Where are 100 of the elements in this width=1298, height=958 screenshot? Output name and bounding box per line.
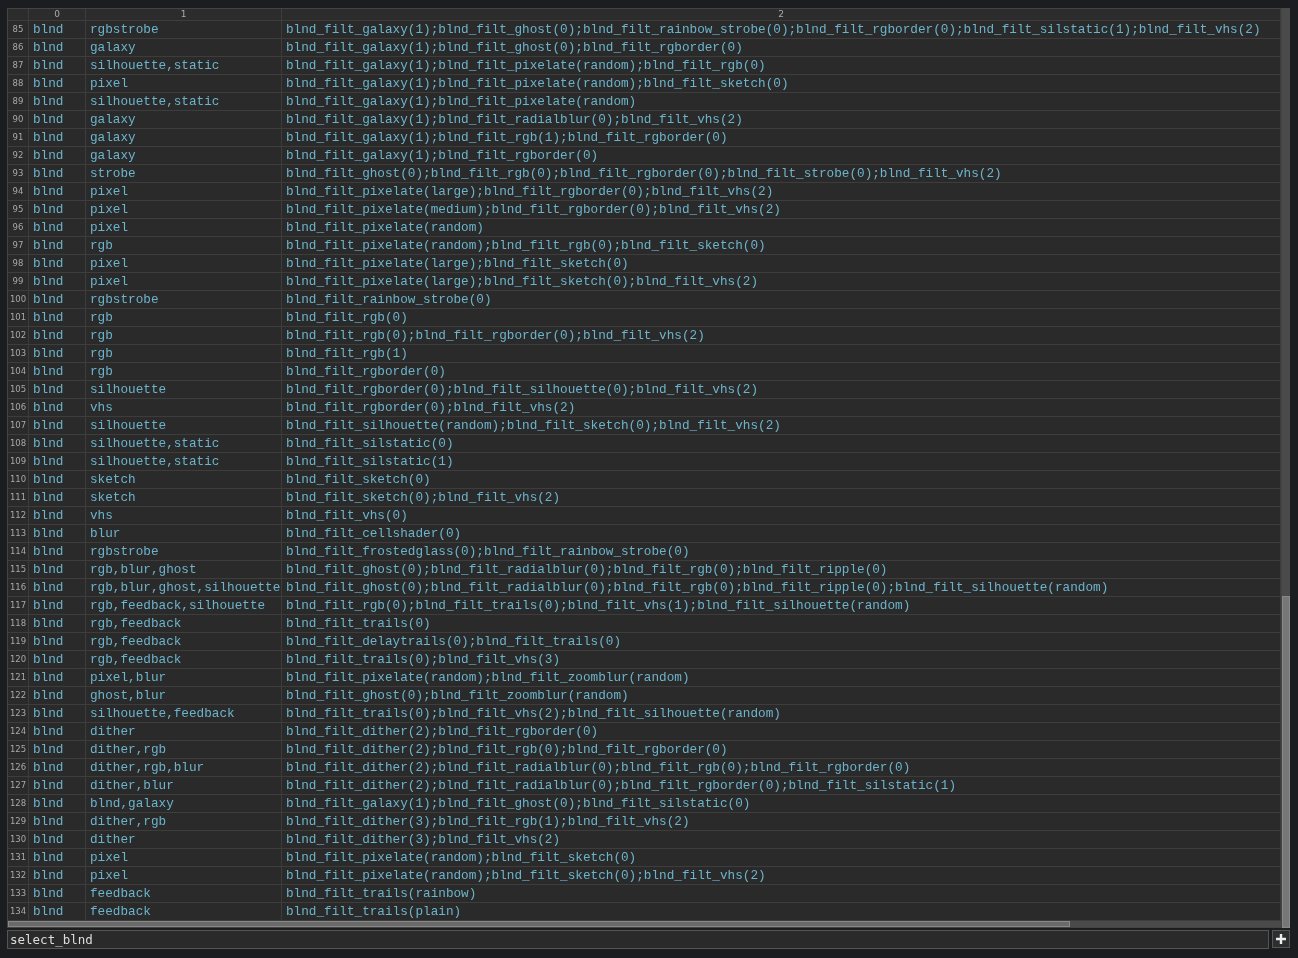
row-number: 101	[8, 309, 29, 327]
table-cell: pixel	[86, 219, 282, 237]
table-cell: blnd_filt_delaytrails(0);blnd_filt_trails(0)	[282, 633, 1281, 651]
row-number: 110	[8, 471, 29, 489]
row-number: 90	[8, 111, 29, 129]
table-cell: blur	[86, 525, 282, 543]
row-number: 124	[8, 723, 29, 741]
table-cell: blnd_filt_galaxy(1);blnd_filt_pixelate(random)	[282, 93, 1281, 111]
table-cell: pixel	[86, 273, 282, 291]
row-number: 123	[8, 705, 29, 723]
table-cell: blnd_filt_dither(3);blnd_filt_vhs(2)	[282, 831, 1281, 849]
table-cell: rgbstrobe	[86, 291, 282, 309]
table-cell: rgb,feedback	[86, 615, 282, 633]
plus-button[interactable]	[1272, 930, 1290, 948]
table-cell: blnd	[29, 399, 86, 417]
table-cell: blnd	[29, 813, 86, 831]
table-cell: blnd	[29, 219, 86, 237]
row-number: 98	[8, 255, 29, 273]
table-cell: blnd	[29, 57, 86, 75]
row-number: 93	[8, 165, 29, 183]
table-cell: blnd_filt_rgborder(0)	[282, 363, 1281, 381]
row-number: 96	[8, 219, 29, 237]
table-cell: silhouette,static	[86, 93, 282, 111]
table-cell: galaxy	[86, 129, 282, 147]
table-cell: dither	[86, 831, 282, 849]
table-cell: blnd_filt_pixelate(medium);blnd_filt_rgborder(0);blnd_filt_vhs(2)	[282, 201, 1281, 219]
table-cell: blnd_filt_ghost(0);blnd_filt_rgb(0);blnd_filt_rgborder(0);blnd_filt_strobe(0);blnd_filt_vhs(2)	[282, 165, 1281, 183]
table-cell: blnd_filt_ghost(0);blnd_filt_radialblur(0);blnd_filt_rgb(0);blnd_filt_ripple(0);blnd_filt_silhouette(random)	[282, 579, 1281, 597]
table-cell: dither	[86, 723, 282, 741]
table-cell: blnd_filt_galaxy(1);blnd_filt_pixelate(random);blnd_filt_sketch(0)	[282, 75, 1281, 93]
table-cell: blnd	[29, 255, 86, 273]
row-number: 132	[8, 867, 29, 885]
row-number: 116	[8, 579, 29, 597]
table-cell: blnd	[29, 201, 86, 219]
table-cell: blnd_filt_galaxy(1);blnd_filt_ghost(0);blnd_filt_silstatic(0)	[282, 795, 1281, 813]
row-number: 87	[8, 57, 29, 75]
row-number: 119	[8, 633, 29, 651]
table-cell: blnd_filt_pixelate(large);blnd_filt_sketch(0)	[282, 255, 1281, 273]
column-header[interactable]: 2	[282, 9, 1281, 21]
table-cell: silhouette,static	[86, 453, 282, 471]
row-number: 107	[8, 417, 29, 435]
row-number: 86	[8, 39, 29, 57]
table-cell: blnd_filt_pixelate(large);blnd_filt_sketch(0);blnd_filt_vhs(2)	[282, 273, 1281, 291]
row-number: 89	[8, 93, 29, 111]
row-number: 113	[8, 525, 29, 543]
table-cell: blnd	[29, 489, 86, 507]
table-cell: blnd_filt_cellshader(0)	[282, 525, 1281, 543]
table-cell: blnd_filt_rgborder(0);blnd_filt_silhouette(0);blnd_filt_vhs(2)	[282, 381, 1281, 399]
column-header[interactable]: 0	[29, 9, 86, 21]
table-cell: pixel,blur	[86, 669, 282, 687]
table-cell: blnd	[29, 327, 86, 345]
table-cell: blnd	[29, 777, 86, 795]
table-cell: blnd_filt_silhouette(random);blnd_filt_sketch(0);blnd_filt_vhs(2)	[282, 417, 1281, 435]
table-cell: blnd_filt_dither(3);blnd_filt_rgb(1);blnd_filt_vhs(2)	[282, 813, 1281, 831]
row-number: 121	[8, 669, 29, 687]
table-cell: blnd	[29, 867, 86, 885]
input-field[interactable]: select_blnd	[7, 930, 1269, 949]
table-cell: blnd	[29, 831, 86, 849]
table-cell: blnd	[29, 759, 86, 777]
table-cell: rgb	[86, 309, 282, 327]
row-number: 112	[8, 507, 29, 525]
row-number: 102	[8, 327, 29, 345]
row-number: 114	[8, 543, 29, 561]
table-cell: blnd	[29, 453, 86, 471]
table-cell: silhouette	[86, 381, 282, 399]
table-cell: silhouette	[86, 417, 282, 435]
table-cell: blnd	[29, 345, 86, 363]
table-cell: blnd	[29, 597, 86, 615]
table-cell: rgb	[86, 237, 282, 255]
row-number: 128	[8, 795, 29, 813]
row-number: 88	[8, 75, 29, 93]
table-cell: blnd	[29, 561, 86, 579]
table-cell: blnd_filt_rainbow_strobe(0)	[282, 291, 1281, 309]
row-number: 129	[8, 813, 29, 831]
table-cell: rgb,blur,ghost,silhouette	[86, 579, 282, 597]
table-cell: blnd	[29, 651, 86, 669]
row-number: 117	[8, 597, 29, 615]
vertical-scrollbar[interactable]	[1282, 8, 1290, 928]
table-cell: blnd_filt_vhs(0)	[282, 507, 1281, 525]
table-cell: pixel	[86, 849, 282, 867]
horizontal-scrollbar[interactable]	[8, 921, 1281, 927]
table-cell: blnd	[29, 615, 86, 633]
row-number: 91	[8, 129, 29, 147]
table-cell: rgb	[86, 363, 282, 381]
table-cell: blnd_filt_rgb(0)	[282, 309, 1281, 327]
column-header[interactable]: 1	[86, 9, 282, 21]
table-cell: galaxy	[86, 111, 282, 129]
table-cell: blnd_filt_dither(2);blnd_filt_rgborder(0)	[282, 723, 1281, 741]
table-cell: blnd_filt_galaxy(1);blnd_filt_ghost(0);blnd_filt_rgborder(0)	[282, 39, 1281, 57]
table-cell: blnd	[29, 849, 86, 867]
table-cell: silhouette,feedback	[86, 705, 282, 723]
table-cell: blnd_filt_ghost(0);blnd_filt_zoomblur(random)	[282, 687, 1281, 705]
table-cell: blnd	[29, 471, 86, 489]
table-cell: rgbstrobe	[86, 543, 282, 561]
table-cell: silhouette,static	[86, 435, 282, 453]
table-cell: silhouette,static	[86, 57, 282, 75]
row-number: 133	[8, 885, 29, 903]
table-cell: rgb	[86, 345, 282, 363]
table-cell: dither,rgb,blur	[86, 759, 282, 777]
table-cell: rgb,blur,ghost	[86, 561, 282, 579]
